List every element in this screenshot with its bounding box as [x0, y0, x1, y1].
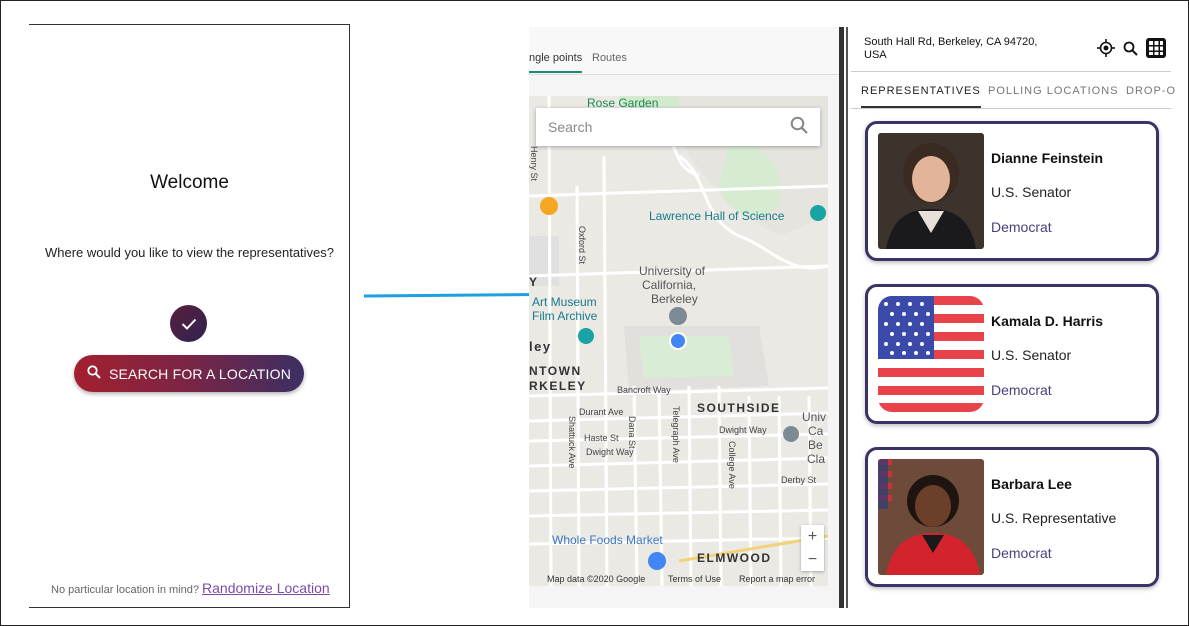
welcome-title: Welcome	[150, 172, 229, 193]
check-icon[interactable]	[170, 305, 207, 342]
no-location-text: No particular location in mind?	[51, 584, 199, 596]
map-label-derby: Derby St	[781, 475, 817, 485]
representative-office: U.S. Representative	[991, 510, 1117, 526]
tab-single-points[interactable]: ngle points	[529, 52, 583, 73]
representative-photo	[878, 133, 984, 249]
search-location-button[interactable]: SEARCH FOR A LOCATION	[74, 355, 304, 392]
map-label-cal-2: Be	[808, 438, 823, 452]
map-zoom-control: + −	[801, 525, 824, 571]
us-flag-icon	[878, 296, 984, 412]
representative-office: U.S. Senator	[991, 184, 1072, 200]
panel-divider	[839, 27, 844, 608]
map-label-art-museum-1: Art Museum	[532, 295, 597, 309]
tab-polling-locations[interactable]: POLLING LOCATIONS	[988, 85, 1119, 97]
tab-drop-off[interactable]: DROP-O	[1126, 85, 1176, 97]
map-search-input[interactable]: Search	[536, 108, 820, 146]
map-label-lawrence: Lawrence Hall of Science	[649, 209, 785, 223]
randomize-location-link[interactable]: Randomize Location	[202, 580, 330, 596]
representative-name: Dianne Feinstein	[991, 150, 1104, 166]
tab-representatives[interactable]: REPRESENTATIVES	[861, 85, 981, 108]
representative-office: U.S. Senator	[991, 347, 1072, 363]
map-report-link[interactable]: Report a map error	[739, 574, 815, 584]
representatives-screen: South Hall Rd, Berkeley, CA 94720, USA R…	[851, 27, 1175, 608]
representative-card[interactable]: Barbara Lee U.S. Representative Democrat	[865, 447, 1159, 587]
map-label-shattuck: Shattuck Ave	[567, 416, 577, 469]
map-label-whole-foods: Whole Foods Market	[552, 533, 663, 547]
randomize-row: No particular location in mind? Randomiz…	[51, 580, 330, 596]
map-label-art-museum-2: Film Archive	[532, 309, 598, 323]
representative-card[interactable]: Dianne Feinstein U.S. Senator Democrat	[865, 121, 1159, 261]
map-label-university-2: California,	[642, 278, 697, 292]
map-streets	[529, 96, 828, 586]
search-icon[interactable]	[790, 116, 808, 139]
current-address: South Hall Rd, Berkeley, CA 94720, USA	[864, 36, 1038, 61]
map-tabs: ngle points Routes	[529, 27, 839, 75]
map-label-dana: Dana St	[627, 416, 637, 449]
map-label-y: Y	[529, 275, 539, 289]
map-label-haste: Haste St	[584, 433, 619, 443]
map-screen: ngle points Routes Rose Garden Lawrence …	[529, 27, 839, 608]
map-search-placeholder: Search	[548, 119, 593, 135]
my-location-icon[interactable]	[1097, 39, 1115, 57]
map-label-college: College Ave	[727, 441, 737, 489]
search-icon	[87, 365, 101, 382]
zoom-out-button[interactable]: −	[801, 548, 824, 571]
map-label-oxford: Oxford St	[577, 226, 587, 265]
representative-name: Barbara Lee	[991, 476, 1072, 492]
map-label-downtown-1: NTOWN	[529, 364, 582, 378]
results-tabs: REPRESENTATIVES POLLING LOCATIONS DROP-O	[851, 71, 1175, 109]
map-footer: Map data ©2020 Google Terms of Use Repor…	[529, 572, 828, 587]
search-icon[interactable]	[1123, 41, 1138, 56]
map-label-elmwood: ELMWOOD	[697, 551, 772, 565]
map-label-downtown-2: RKELEY	[529, 379, 587, 393]
map-label-durant: Durant Ave	[579, 407, 624, 417]
zoom-in-button[interactable]: +	[801, 525, 824, 548]
map-canvas[interactable]: Rose Garden Lawrence Hall of Science Uni…	[529, 96, 828, 586]
map-label-telegraph: Telegraph Ave	[671, 406, 681, 463]
representative-card[interactable]: Kamala D. Harris U.S. Senator Democrat	[865, 284, 1159, 424]
map-label-univ-right: Univ	[802, 410, 827, 424]
representative-photo	[878, 459, 984, 575]
search-location-label: SEARCH FOR A LOCATION	[108, 365, 292, 382]
grid-menu-icon[interactable]	[1146, 38, 1166, 58]
toolbar-icons	[1097, 38, 1166, 58]
map-label-ley: ley	[529, 339, 552, 354]
map-data-credit: Map data ©2020 Google	[547, 574, 646, 584]
representative-party: Democrat	[991, 219, 1052, 235]
representative-party: Democrat	[991, 382, 1052, 398]
location-question: Where would you like to view the represe…	[44, 245, 335, 260]
representative-party: Democrat	[991, 545, 1052, 561]
map-label-university-1: University of	[639, 264, 706, 278]
map-label-cal-1: Ca	[808, 424, 824, 438]
map-label-university-3: Berkeley	[651, 292, 698, 306]
map-label-henry: Henry St	[529, 146, 539, 182]
welcome-screen: Welcome Where would you like to view the…	[29, 24, 350, 608]
panel-divider-inner	[846, 27, 848, 608]
map-label-dwight-2: Dwight Way	[719, 425, 767, 435]
map-label-bancroft: Bancroft Way	[617, 385, 671, 395]
map-label-cal-3: Cla	[807, 452, 826, 466]
tab-routes[interactable]: Routes	[592, 52, 627, 64]
map-label-southside: SOUTHSIDE	[697, 401, 781, 415]
map-terms-link[interactable]: Terms of Use	[668, 574, 721, 584]
representative-name: Kamala D. Harris	[991, 313, 1104, 329]
